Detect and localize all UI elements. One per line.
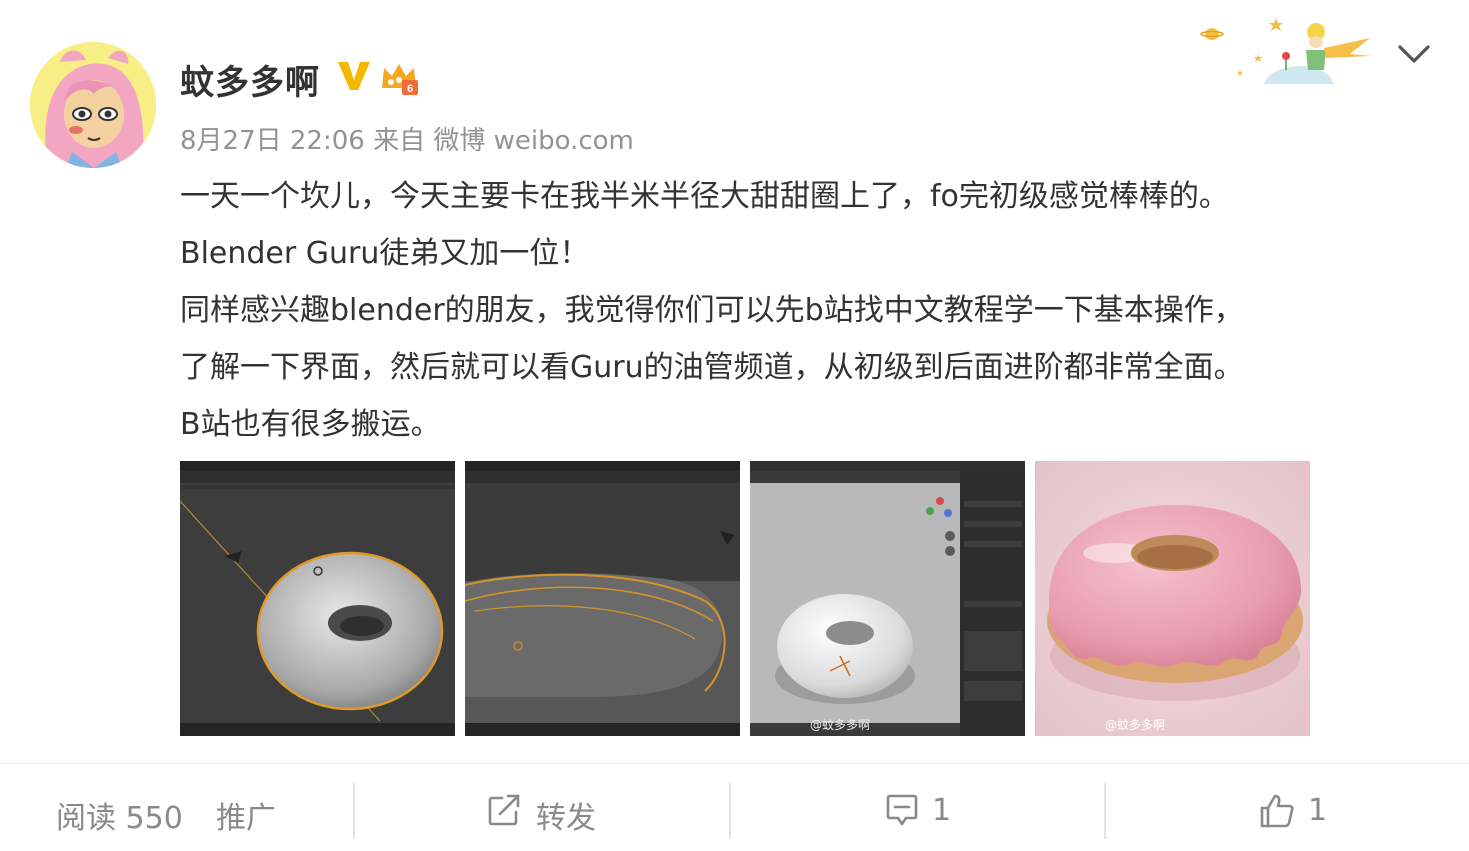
- post-content: 一天一个坎儿，今天主要卡在我半米半径大甜甜圈上了，fo完初级感觉棒棒的。 Ble…: [180, 168, 1420, 453]
- comment-icon[interactable]: [884, 792, 920, 828]
- chevron-down-icon[interactable]: [1394, 38, 1434, 70]
- comment-count[interactable]: 1: [932, 793, 951, 828]
- image-watermark: @蚊多多啊: [810, 717, 870, 732]
- svg-text:6: 6: [407, 83, 413, 95]
- content-line: 一天一个坎儿，今天主要卡在我半米半径大甜甜圈上了，fo完初级感觉棒棒的。: [180, 179, 1229, 214]
- content-line: B站也有很多搬运。: [180, 407, 441, 442]
- footer-separator: [0, 763, 1469, 764]
- promote-link[interactable]: 推广: [216, 793, 276, 837]
- read-count: 阅读 550: [56, 801, 183, 836]
- post-image-2[interactable]: [465, 461, 740, 736]
- repost-icon[interactable]: [486, 792, 522, 828]
- content-line: 了解一下界面，然后就可以看Guru的油管频道，从初级到后面进阶都非常全面。: [180, 350, 1244, 385]
- footer-divider: [1104, 783, 1106, 839]
- post-image-4[interactable]: @蚊多多啊: [1035, 461, 1310, 736]
- image-watermark: @蚊多多啊: [1105, 717, 1165, 732]
- footer-divider: [353, 783, 355, 839]
- post-image-3[interactable]: @蚊多多啊: [750, 461, 1025, 736]
- post-meta[interactable]: 8月27日 22:06 来自 微博 weibo.com: [180, 120, 634, 157]
- content-line: 同样感兴趣blender的朋友，我觉得你们可以先b站找中文教程学一下基本操作，: [180, 293, 1244, 328]
- avatar[interactable]: [30, 42, 156, 168]
- footer-divider: [729, 783, 731, 839]
- crown-icon[interactable]: 6: [378, 58, 420, 96]
- like-count[interactable]: 1: [1308, 793, 1327, 828]
- post-image-1[interactable]: [180, 461, 455, 736]
- thumbs-up-icon[interactable]: [1258, 792, 1296, 830]
- verified-v-icon: [338, 62, 370, 90]
- username[interactable]: 蚊多多啊: [180, 55, 320, 104]
- card-decoration: [1200, 18, 1372, 84]
- content-line: Blender Guru徒弟又加一位！: [180, 236, 590, 271]
- repost-button[interactable]: 转发: [536, 793, 596, 837]
